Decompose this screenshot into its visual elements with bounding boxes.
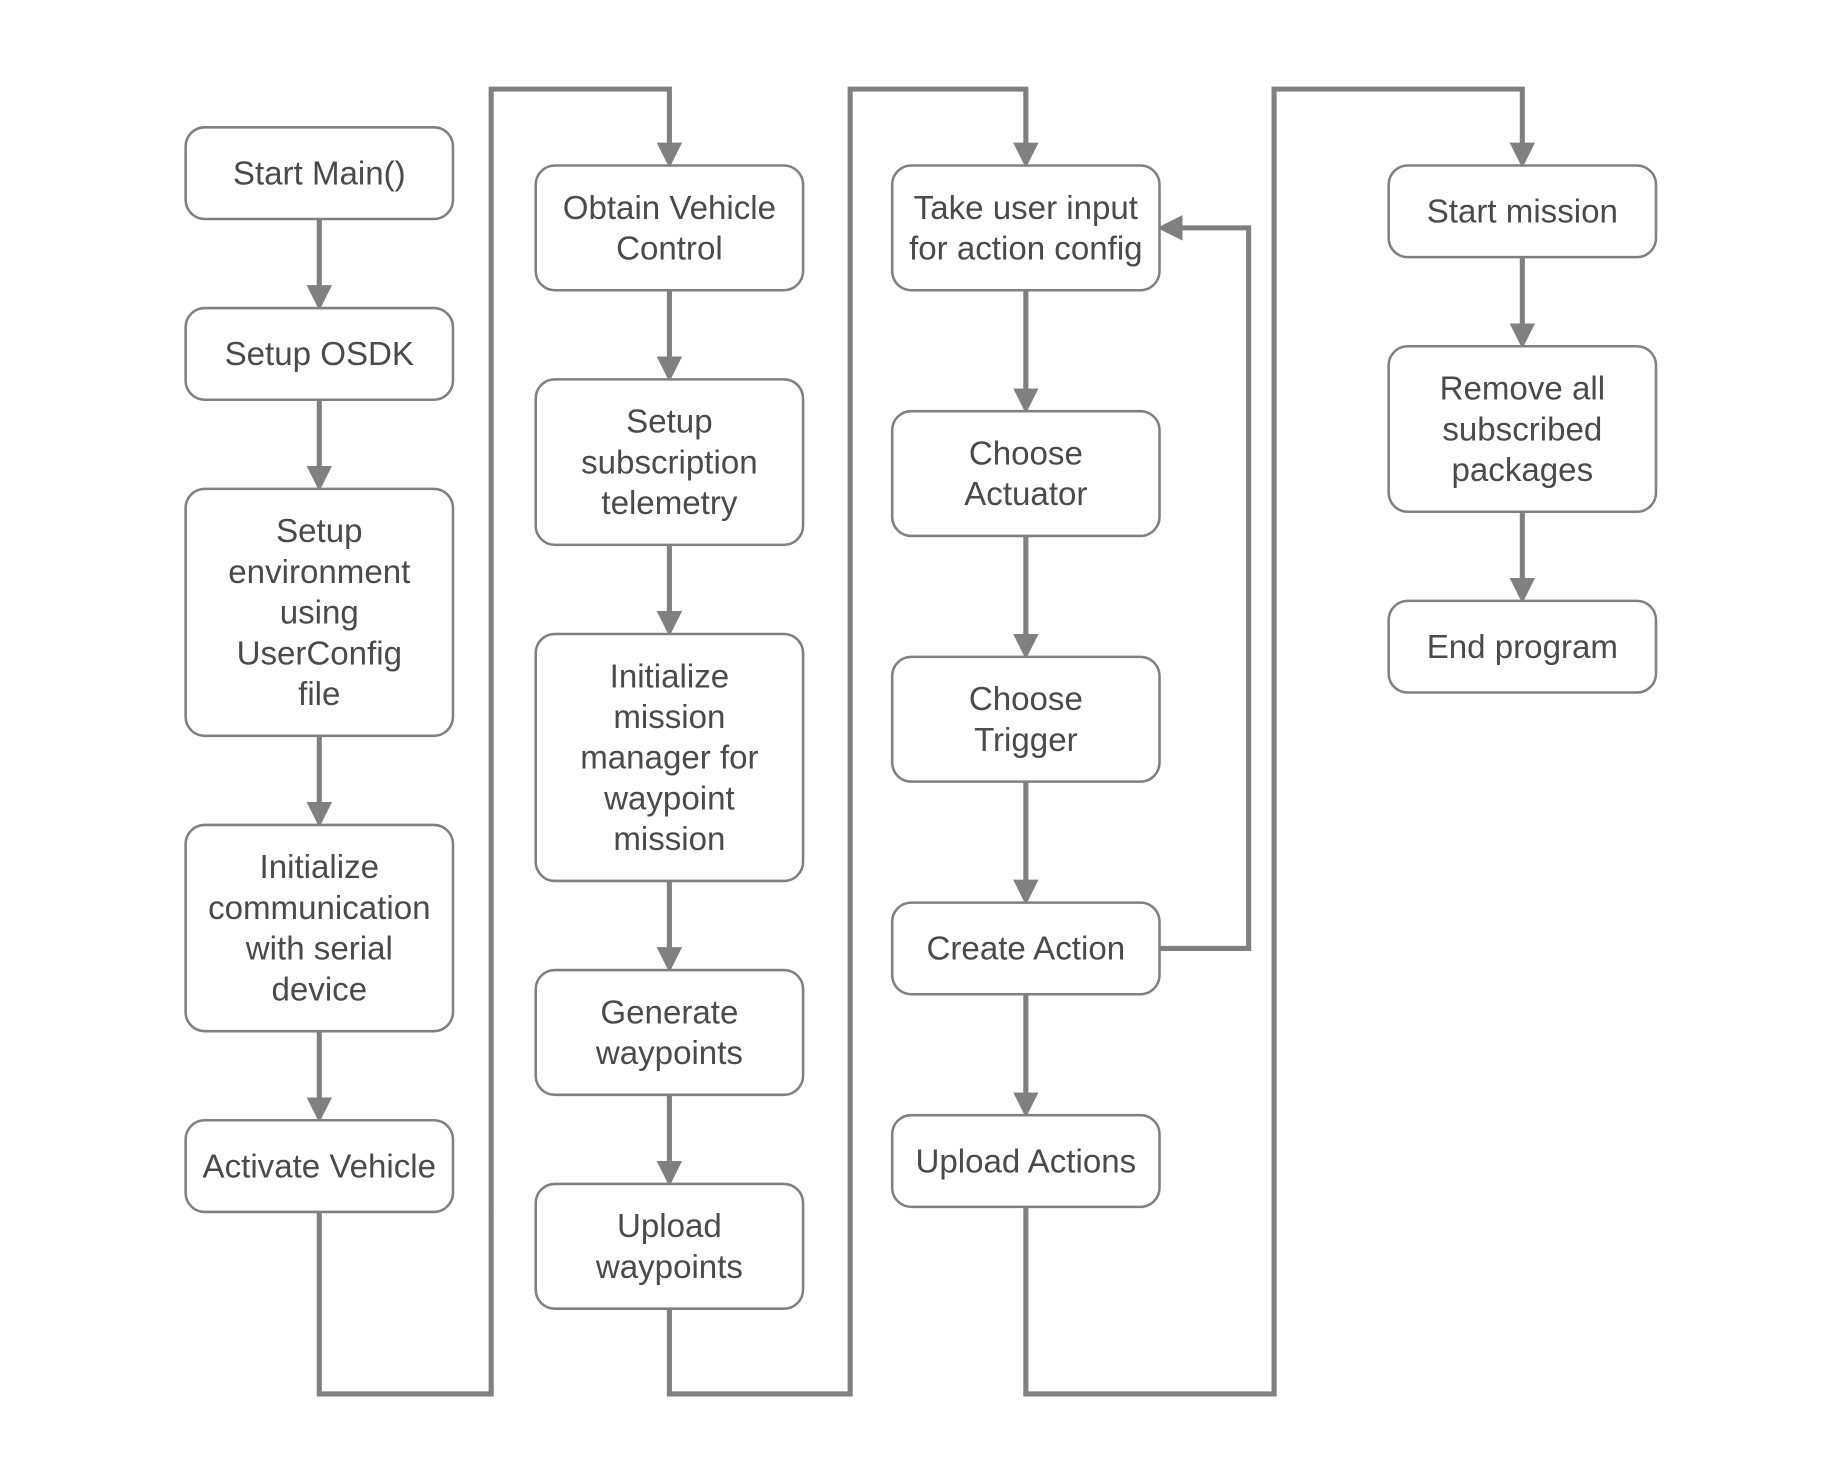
flow-node: Start Main()	[186, 127, 453, 219]
flow-node-label: waypoints	[595, 1035, 743, 1072]
flow-node: Setupsubscription telemetry	[536, 379, 803, 544]
flow-loop	[1160, 228, 1249, 949]
flow-node-label: Activate Vehicle	[203, 1148, 437, 1185]
flow-node-label: Obtain Vehicle	[563, 190, 776, 227]
flow-node: Obtain Vehicle Control	[536, 165, 803, 290]
flow-node-label: using	[280, 595, 359, 632]
flow-node-label: Create Action	[927, 931, 1126, 968]
flow-node: Remove allsubscribed packages	[1389, 346, 1656, 511]
flow-node-label: Generate	[600, 994, 738, 1031]
flow-node-label: environment	[228, 554, 410, 591]
flow-node-label: Start mission	[1427, 194, 1618, 231]
flow-node: Setup OSDK	[186, 308, 453, 400]
flow-node-label: Choose	[969, 435, 1083, 472]
flow-node-label: telemetry	[601, 485, 737, 522]
flow-node: Start mission	[1389, 165, 1656, 257]
flow-node: Upload Actions	[892, 1115, 1159, 1207]
flow-node-label: mission	[613, 821, 725, 858]
flow-node: Activate Vehicle	[186, 1120, 453, 1212]
flow-node-label: Initialize	[610, 658, 730, 695]
flow-node: Initialize mission manager forwaypoint miss…	[536, 634, 803, 881]
flow-node: Upload waypoints	[536, 1184, 803, 1309]
flow-node: End program	[1389, 601, 1656, 693]
flow-node-label: Setup	[276, 513, 362, 550]
flow-node-label: communication	[208, 890, 430, 927]
flow-node-label: Take user input	[914, 190, 1138, 227]
flow-node-label: for action config	[909, 231, 1143, 268]
flow-node: Choose Actuator	[892, 411, 1159, 536]
flow-node-label: subscribed	[1442, 411, 1602, 448]
flow-node-label: Remove all	[1440, 371, 1605, 408]
flow-node: Initialize communication with serialdevice	[186, 825, 453, 1031]
flow-node-label: Upload	[617, 1208, 722, 1245]
flow-node: Create Action	[892, 903, 1159, 995]
flow-node-label: Control	[616, 231, 723, 268]
flow-node-label: file	[298, 676, 340, 713]
flow-node-label: packages	[1452, 452, 1594, 489]
flow-node-label: Upload Actions	[916, 1143, 1137, 1180]
flow-node-label: Start Main()	[233, 155, 406, 192]
flow-node-label: waypoint	[603, 780, 735, 817]
flow-node-label: subscription	[581, 444, 758, 481]
flowchart-diagram: Start Main() Setup OSDK Setup environment us…	[0, 0, 1848, 1464]
flow-node-label: waypoints	[595, 1249, 743, 1286]
flow-node-label: Trigger	[974, 722, 1078, 759]
flow-node-label: device	[271, 971, 367, 1008]
flow-node-label: Choose	[969, 681, 1083, 718]
flow-node-label: UserConfig	[237, 635, 402, 672]
flow-node-label: Initialize	[260, 849, 380, 886]
flow-node-label: manager for	[580, 740, 758, 777]
flow-node: Take user input for action config	[892, 165, 1159, 290]
flow-node-label: End program	[1427, 629, 1618, 666]
flow-node-label: mission	[613, 699, 725, 736]
flow-node: Choose Trigger	[892, 657, 1159, 782]
flow-node-label: with serial	[245, 931, 393, 968]
flow-node-label: Setup	[626, 404, 712, 441]
flow-node: Setup environment usingUserConfig file	[186, 489, 453, 736]
flow-node: Generate waypoints	[536, 970, 803, 1095]
flow-node-label: Setup OSDK	[225, 336, 414, 373]
flow-node-label: Actuator	[964, 476, 1087, 513]
